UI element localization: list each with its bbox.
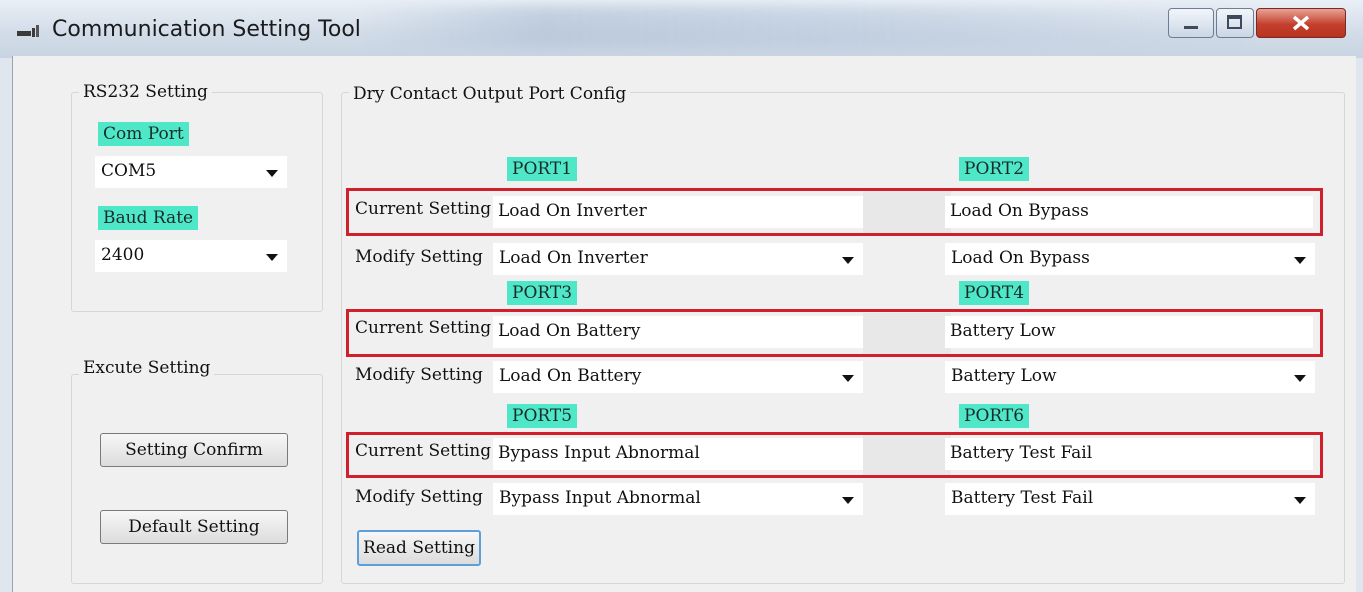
- port2-modify-value: Load On Bypass: [951, 248, 1090, 268]
- maximize-button[interactable]: [1216, 8, 1254, 38]
- port3-modify-select[interactable]: Load On Battery: [493, 361, 863, 393]
- close-button[interactable]: [1256, 8, 1346, 38]
- port1-modify-value: Load On Inverter: [499, 248, 648, 268]
- minimize-icon: [1184, 26, 1198, 29]
- current-row-highlight: [346, 432, 1323, 478]
- port4-header: PORT4: [959, 281, 1030, 305]
- setting-confirm-button[interactable]: Setting Confirm: [100, 433, 288, 467]
- modify-setting-label: Modify Setting: [355, 247, 483, 267]
- port6-header: PORT6: [959, 404, 1030, 428]
- current-row-highlight: [346, 188, 1323, 236]
- app-window: Communication Setting Tool RS232 Setting…: [0, 0, 1363, 592]
- port3-modify-value: Load On Battery: [499, 366, 642, 386]
- minimize-button[interactable]: [1168, 8, 1214, 38]
- port6-modify-value: Battery Test Fail: [951, 488, 1094, 508]
- dropdown-arrow-icon: [266, 170, 278, 177]
- execute-group-label: Excute Setting: [79, 358, 215, 378]
- dropdown-arrow-icon: [1294, 257, 1306, 264]
- port6-modify-select[interactable]: Battery Test Fail: [945, 483, 1315, 515]
- dropdown-arrow-icon: [1294, 375, 1306, 382]
- baud-rate-select[interactable]: 2400: [95, 240, 287, 272]
- dropdown-arrow-icon: [266, 254, 278, 261]
- current-row-highlight: [346, 309, 1323, 357]
- blurred-background: [360, 6, 1260, 48]
- port1-modify-select[interactable]: Load On Inverter: [493, 243, 863, 275]
- default-setting-button[interactable]: Default Setting: [100, 510, 288, 544]
- client-area: RS232 Setting Com Port COM5 Baud Rate 24…: [12, 56, 1356, 592]
- close-icon: [1292, 15, 1310, 31]
- port5-modify-select[interactable]: Bypass Input Abnormal: [493, 483, 863, 515]
- port2-modify-select[interactable]: Load On Bypass: [945, 243, 1315, 275]
- read-setting-button[interactable]: Read Setting: [357, 530, 481, 566]
- title-bar[interactable]: Communication Setting Tool: [0, 0, 1363, 58]
- execute-group: [71, 374, 323, 584]
- com-port-value: COM5: [101, 161, 157, 181]
- maximize-icon: [1227, 15, 1242, 29]
- port2-header: PORT2: [959, 157, 1030, 181]
- read-setting-label: Read Setting: [363, 538, 475, 558]
- baud-rate-label: Baud Rate: [98, 206, 199, 230]
- port4-modify-value: Battery Low: [951, 366, 1057, 386]
- port5-header: PORT5: [507, 404, 578, 428]
- baud-rate-value: 2400: [101, 245, 145, 265]
- dropdown-arrow-icon: [842, 375, 854, 382]
- setting-confirm-label: Setting Confirm: [125, 440, 263, 460]
- rs232-group-label: RS232 Setting: [79, 82, 212, 102]
- port3-header: PORT3: [507, 281, 578, 305]
- dropdown-arrow-icon: [842, 257, 854, 264]
- dry-contact-group-label: Dry Contact Output Port Config: [349, 84, 631, 104]
- com-port-select[interactable]: COM5: [95, 156, 287, 188]
- dropdown-arrow-icon: [1294, 497, 1306, 504]
- modify-setting-label: Modify Setting: [355, 365, 483, 385]
- port4-modify-select[interactable]: Battery Low: [945, 361, 1315, 393]
- default-setting-label: Default Setting: [128, 517, 260, 537]
- window-controls: [1168, 8, 1354, 40]
- window-title: Communication Setting Tool: [52, 17, 361, 42]
- port5-modify-value: Bypass Input Abnormal: [499, 488, 701, 508]
- app-icon: [17, 25, 39, 37]
- dropdown-arrow-icon: [842, 497, 854, 504]
- com-port-label: Com Port: [98, 122, 189, 146]
- port1-header: PORT1: [507, 157, 578, 181]
- modify-setting-label: Modify Setting: [355, 487, 483, 507]
